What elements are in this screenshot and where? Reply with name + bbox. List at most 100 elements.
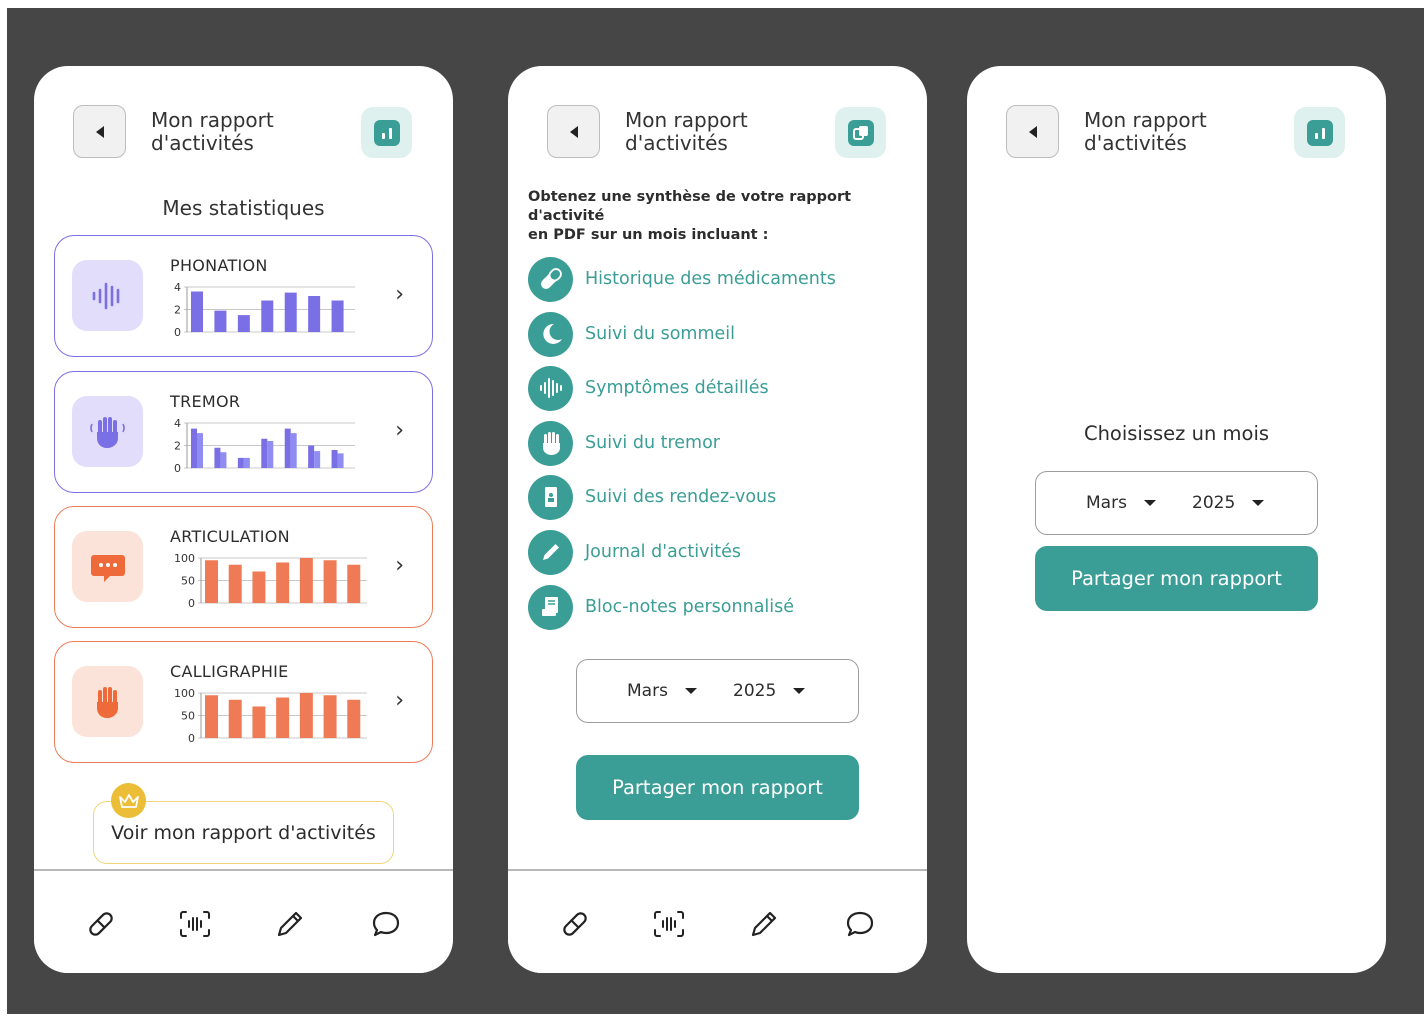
feature-label: Journal d'activités bbox=[585, 542, 742, 562]
bar bbox=[284, 292, 297, 332]
hand-tremor-icon bbox=[72, 396, 143, 467]
bar bbox=[331, 450, 338, 468]
moon-icon bbox=[528, 311, 573, 357]
feature-label: Suivi des rendez-vous bbox=[585, 487, 777, 507]
scan-icon[interactable] bbox=[178, 907, 212, 941]
feature-item: Symptômes détaillés bbox=[528, 365, 769, 411]
chevron-right-icon: › bbox=[395, 553, 404, 578]
bar bbox=[267, 441, 274, 468]
copy-icon bbox=[847, 119, 874, 146]
report-button[interactable] bbox=[361, 107, 412, 158]
bar-chart-icon bbox=[1306, 119, 1333, 146]
bar bbox=[214, 310, 227, 332]
view-report-label: Voir mon rapport d'activités bbox=[111, 821, 376, 844]
bar bbox=[197, 433, 203, 468]
crown-icon bbox=[111, 783, 146, 818]
feature-label: Symptômes détaillés bbox=[585, 378, 769, 398]
back-button[interactable] bbox=[1006, 105, 1059, 158]
chevron-right-icon: › bbox=[395, 282, 404, 307]
back-arrow-icon bbox=[95, 125, 104, 138]
report-button[interactable] bbox=[1294, 107, 1345, 158]
chat-icon[interactable] bbox=[369, 907, 403, 941]
stat-card-phonation[interactable]: PHONATION 4 2 0 › bbox=[54, 235, 433, 357]
title-line-1: Mon rapport bbox=[151, 108, 274, 132]
phone-screen-report-summary: Mon rapport d'activités Obtenez une synt… bbox=[508, 66, 927, 973]
pencil-icon bbox=[528, 529, 573, 575]
bottom-nav bbox=[34, 869, 453, 973]
tick-label: 0 bbox=[174, 462, 181, 474]
bar bbox=[314, 451, 321, 468]
title-line-2: d'activités bbox=[151, 131, 254, 155]
back-button[interactable] bbox=[547, 105, 600, 158]
page-title: Mon rapport d'activités bbox=[151, 109, 274, 155]
title-line-1: Mon rapport bbox=[625, 108, 748, 132]
share-report-button[interactable]: Partager mon rapport bbox=[1035, 546, 1318, 611]
tick-label: 100 bbox=[174, 553, 195, 565]
bar bbox=[276, 562, 290, 603]
bar bbox=[347, 564, 361, 603]
copy-button[interactable] bbox=[835, 107, 886, 158]
page-title: Mon rapport d'activités bbox=[1084, 109, 1207, 155]
bar bbox=[237, 457, 244, 468]
stat-card-tremor[interactable]: TREMOR 4 2 0 › bbox=[54, 371, 433, 493]
year-select[interactable]: 2025 bbox=[1192, 493, 1265, 513]
tick-label: 0 bbox=[188, 597, 195, 609]
section-title: Mes statistiques bbox=[162, 196, 325, 220]
pill-icon bbox=[528, 256, 573, 302]
back-arrow-icon bbox=[1028, 125, 1037, 138]
bar bbox=[299, 558, 313, 603]
title-line-1: Mon rapport bbox=[1084, 108, 1207, 132]
back-arrow-icon bbox=[569, 125, 578, 138]
bar bbox=[261, 300, 274, 332]
scan-icon[interactable] bbox=[652, 907, 686, 941]
feature-item: Suivi du sommeil bbox=[528, 311, 735, 357]
bar bbox=[237, 315, 250, 332]
month-select[interactable]: Mars bbox=[627, 681, 697, 701]
month-year-picker: Mars 2025 bbox=[1035, 471, 1318, 535]
bar bbox=[191, 291, 203, 332]
tick-label: 4 bbox=[174, 282, 181, 294]
bar bbox=[252, 571, 266, 603]
feature-label: Bloc-notes personnalisé bbox=[585, 597, 795, 617]
chat-icon[interactable] bbox=[843, 907, 877, 941]
card-title: CALLIGRAPHIE bbox=[170, 662, 289, 681]
bar bbox=[284, 428, 291, 468]
pencil-icon[interactable] bbox=[747, 907, 781, 941]
share-report-label: Partager mon rapport bbox=[1071, 567, 1282, 590]
bar bbox=[228, 699, 242, 738]
month-select[interactable]: Mars bbox=[1086, 493, 1156, 513]
dropdown-arrow-icon bbox=[684, 688, 697, 694]
background: Mon rapport d'activités Mes statistiques… bbox=[7, 8, 1424, 1014]
intro-line-2: en PDF sur un mois incluant : bbox=[528, 227, 769, 243]
hand-icon bbox=[528, 420, 573, 466]
hand-icon bbox=[72, 666, 143, 737]
feature-label: Suivi du tremor bbox=[585, 433, 720, 453]
bar bbox=[205, 560, 218, 603]
bar-chart-icon bbox=[373, 119, 400, 146]
tick-label: 0 bbox=[188, 732, 195, 744]
feature-item: Suivi des rendez-vous bbox=[528, 474, 776, 520]
card-title: PHONATION bbox=[170, 256, 268, 275]
bar bbox=[276, 697, 290, 738]
pencil-icon[interactable] bbox=[273, 907, 307, 941]
feature-item: Historique des médicaments bbox=[528, 256, 836, 302]
feature-item: Journal d'activités bbox=[528, 529, 741, 575]
stat-card-articulation[interactable]: ARTICULATION 100 50 0 › bbox=[54, 506, 433, 628]
bar bbox=[205, 695, 218, 738]
sound-wave-icon bbox=[72, 260, 143, 331]
mini-bar-chart: 4 2 0 bbox=[174, 418, 355, 474]
feature-item: Bloc-notes personnalisé bbox=[528, 584, 794, 630]
year-select[interactable]: 2025 bbox=[733, 681, 806, 701]
bar bbox=[331, 300, 344, 332]
pill-icon[interactable] bbox=[84, 907, 118, 941]
bar bbox=[323, 695, 337, 738]
pill-icon[interactable] bbox=[558, 907, 592, 941]
bar bbox=[290, 433, 297, 468]
phone-screen-statistics: Mon rapport d'activités Mes statistiques… bbox=[34, 66, 453, 973]
intro-line-1: Obtenez une synthèse de votre rapport d'… bbox=[528, 189, 852, 224]
bar bbox=[220, 452, 227, 468]
stat-card-calligraphie[interactable]: CALLIGRAPHIE 100 50 0 › bbox=[54, 641, 433, 763]
back-button[interactable] bbox=[73, 105, 126, 158]
share-report-button[interactable]: Partager mon rapport bbox=[576, 755, 859, 820]
id-badge-icon bbox=[528, 474, 573, 520]
